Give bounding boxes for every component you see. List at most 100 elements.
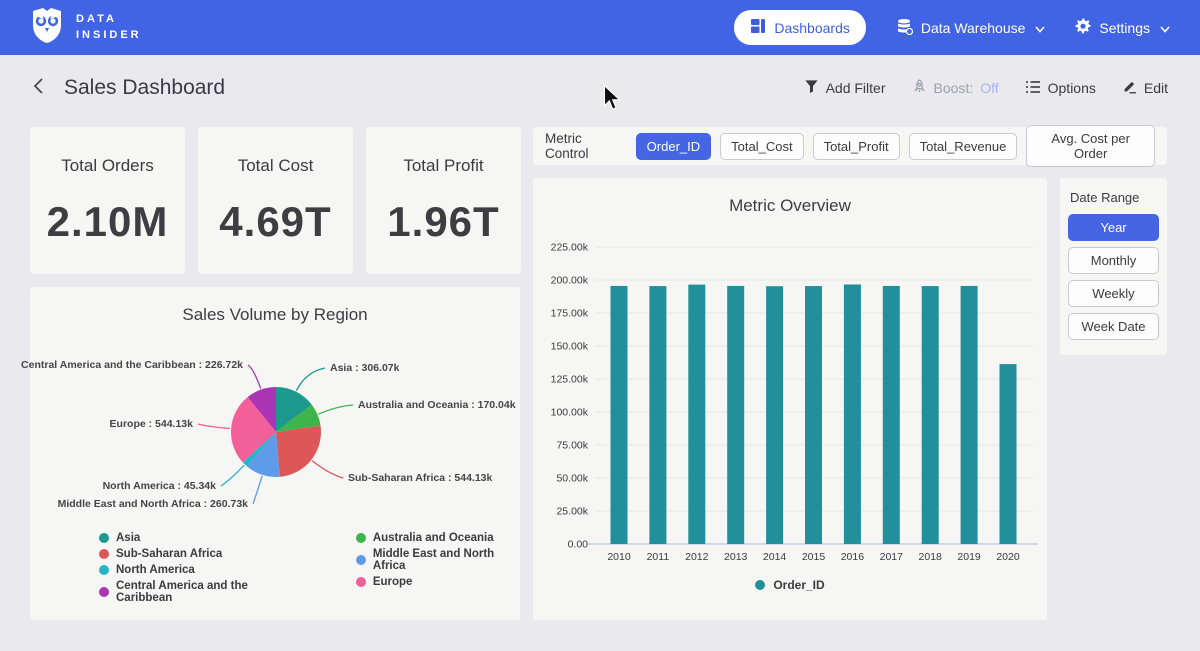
- legend-dot: [99, 565, 109, 575]
- pie-slice-sub-saharan-africa[interactable]: [276, 426, 321, 477]
- legend-dot: [356, 533, 366, 543]
- legend-item-australia-and-oceania[interactable]: Australia and Oceania: [356, 532, 520, 544]
- metric-option-order-id[interactable]: Order_ID: [636, 133, 711, 160]
- nav-dashboards-label: Dashboards: [774, 20, 850, 36]
- dashboard-grid-icon: [750, 18, 766, 37]
- bar-2013[interactable]: [727, 286, 744, 544]
- legend-dot: [356, 555, 366, 565]
- pie-leader-line: [221, 465, 244, 486]
- y-tick-label: 175.00k: [551, 308, 589, 320]
- x-tick-label: 2010: [607, 551, 631, 563]
- bar-2014[interactable]: [766, 286, 783, 544]
- metric-option-total-cost[interactable]: Total_Cost: [720, 133, 803, 160]
- legend-label: Middle East and North Africa: [373, 548, 520, 572]
- x-tick-label: 2018: [919, 551, 943, 563]
- legend-item-middle-east-and-north-africa[interactable]: Middle East and North Africa: [356, 548, 520, 572]
- y-tick-label: 75.00k: [556, 440, 588, 452]
- bar-2018[interactable]: [922, 286, 939, 544]
- kpi-card-total-orders: Total Orders 2.10M: [30, 127, 185, 274]
- legend-item-sub-saharan-africa[interactable]: Sub-Saharan Africa: [99, 548, 296, 560]
- bar-2016[interactable]: [844, 284, 861, 544]
- chevron-down-icon: [1035, 20, 1045, 36]
- chevron-down-icon: [1160, 20, 1170, 36]
- x-tick-label: 2014: [763, 551, 787, 563]
- kpi-label: Total Cost: [238, 156, 314, 176]
- pie-chart-card: Sales Volume by Region AsiaSub-Saharan A…: [30, 287, 520, 620]
- pie-slice-label: Central America and the Caribbean : 226.…: [21, 359, 243, 371]
- nav-data-warehouse-menu[interactable]: Data Warehouse: [896, 18, 1046, 38]
- legend-item-central-america-and-the-caribbean[interactable]: Central America and the Caribbean: [99, 580, 296, 604]
- back-button[interactable]: [32, 77, 46, 100]
- kpi-value: 2.10M: [47, 198, 169, 246]
- date-range-weekly-button[interactable]: Weekly: [1068, 280, 1159, 307]
- gear-icon: [1075, 18, 1091, 37]
- y-tick-label: 150.00k: [551, 341, 589, 353]
- kpi-value: 4.69T: [219, 198, 331, 246]
- metric-control-label: Metric Control: [545, 131, 623, 161]
- date-range-year-button[interactable]: Year: [1068, 214, 1159, 241]
- pie-leader-line: [296, 368, 325, 391]
- x-tick-label: 2011: [647, 551, 670, 563]
- legend-dot: [356, 577, 366, 587]
- nav-settings-menu[interactable]: Settings: [1075, 18, 1170, 37]
- date-range-panel: Date Range Year Monthly Weekly Week Date: [1060, 178, 1167, 355]
- pie-leader-line: [198, 424, 230, 428]
- legend-dot: [99, 587, 109, 597]
- kpi-card-total-cost: Total Cost 4.69T: [198, 127, 353, 274]
- y-tick-label: 50.00k: [556, 473, 588, 485]
- y-tick-label: 125.00k: [551, 374, 589, 386]
- legend-item-europe[interactable]: Europe: [356, 576, 520, 588]
- edit-button[interactable]: Edit: [1122, 79, 1168, 97]
- kpi-value: 1.96T: [387, 198, 499, 246]
- filter-icon: [804, 79, 819, 97]
- legend-dot: [755, 580, 765, 590]
- legend-label: Asia: [116, 532, 140, 544]
- y-tick-label: 25.00k: [556, 506, 588, 518]
- kpi-label: Total Profit: [403, 156, 483, 176]
- metric-option-total-profit[interactable]: Total_Profit: [813, 133, 900, 160]
- pie-leader-line: [253, 476, 262, 504]
- owl-logo-icon: [30, 7, 64, 48]
- legend-item-asia[interactable]: Asia: [99, 532, 296, 544]
- pie-slice-label: Middle East and North Africa : 260.73k: [58, 498, 248, 510]
- metric-option-avg-cost[interactable]: Avg. Cost per Order: [1026, 125, 1155, 167]
- nav-dashboards-button[interactable]: Dashboards: [734, 10, 866, 45]
- x-tick-label: 2012: [685, 551, 709, 563]
- legend-dot: [99, 533, 109, 543]
- bar-2019[interactable]: [961, 286, 978, 544]
- bar-2015[interactable]: [805, 286, 822, 544]
- date-range-week-date-button[interactable]: Week Date: [1068, 313, 1159, 340]
- database-icon: [896, 18, 913, 38]
- navbar: DATA INSIDER Dashboards: [0, 0, 1200, 55]
- pie-slice-label: Sub-Saharan Africa : 544.13k: [348, 472, 492, 484]
- bar-2017[interactable]: [883, 286, 900, 544]
- pie-slice-label: North America : 45.34k: [103, 480, 216, 492]
- y-tick-label: 200.00k: [551, 275, 589, 287]
- y-tick-label: 225.00k: [551, 242, 589, 254]
- boost-status: Off: [980, 80, 998, 96]
- x-tick-label: 2016: [841, 551, 865, 563]
- bar-2011[interactable]: [649, 286, 666, 544]
- legend-label: Australia and Oceania: [373, 532, 494, 544]
- x-tick-label: 2019: [957, 551, 981, 563]
- pie-leader-line: [318, 405, 353, 414]
- legend-label: Europe: [373, 576, 413, 588]
- options-button[interactable]: Options: [1025, 80, 1096, 97]
- pie-slice-label: Europe : 544.13k: [110, 418, 193, 430]
- add-filter-button[interactable]: Add Filter: [804, 79, 886, 97]
- date-range-monthly-button[interactable]: Monthly: [1068, 247, 1159, 274]
- date-range-label: Date Range: [1070, 190, 1159, 205]
- bar-2012[interactable]: [688, 285, 705, 544]
- y-tick-label: 0.00: [568, 539, 589, 551]
- metric-option-total-revenue[interactable]: Total_Revenue: [909, 133, 1018, 160]
- bar-chart-legend[interactable]: Order_ID: [533, 578, 1047, 592]
- list-icon: [1025, 80, 1041, 97]
- legend-item-north-america[interactable]: North America: [99, 564, 296, 576]
- bar-chart-card: Metric Overview 0.0025.00k50.00k75.00k10…: [533, 178, 1047, 620]
- brand-text: DATA INSIDER: [76, 12, 142, 44]
- bar-2020[interactable]: [1000, 364, 1017, 544]
- bar-2010[interactable]: [611, 286, 628, 544]
- boost-toggle[interactable]: Boost: Off: [912, 79, 999, 97]
- legend-dot: [99, 549, 109, 559]
- legend-label: North America: [116, 564, 195, 576]
